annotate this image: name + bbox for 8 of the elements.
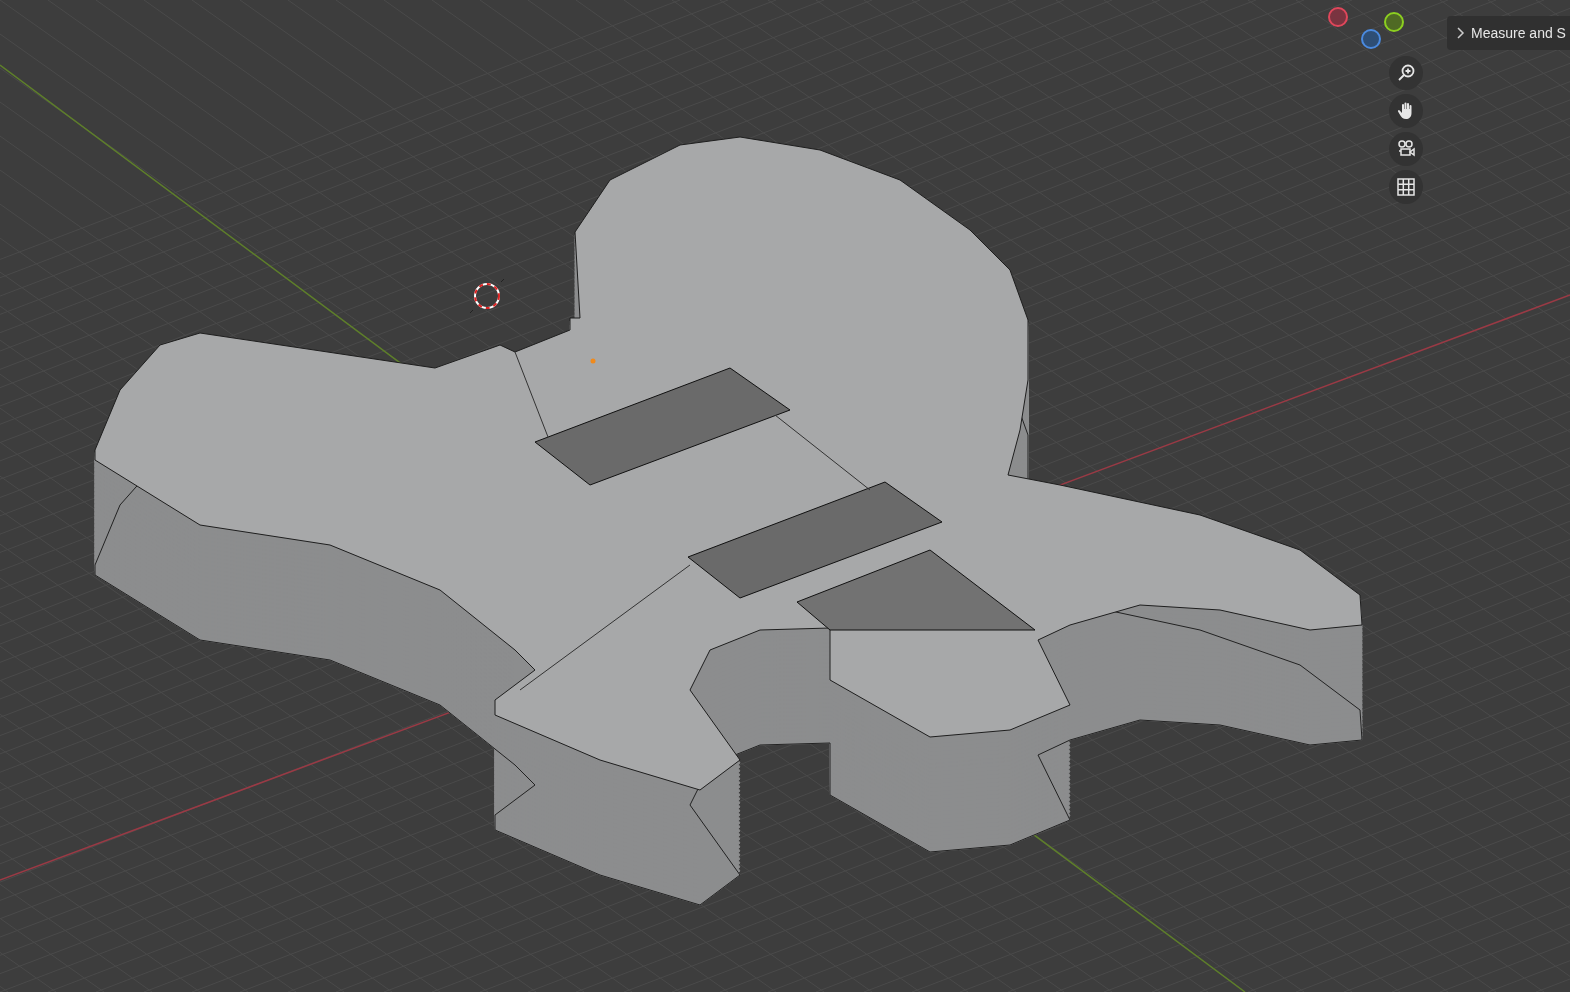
- viewport-nav-button[interactable]: [1389, 132, 1423, 166]
- viewport-nav-button[interactable]: [1389, 94, 1423, 128]
- zoom-icon: [1396, 63, 1416, 83]
- grid-icon: [1396, 177, 1416, 197]
- camera-icon: [1396, 139, 1416, 159]
- viewport-nav-button[interactable]: [1389, 56, 1423, 90]
- viewport-nav-button[interactable]: [1389, 170, 1423, 204]
- panel-header[interactable]: Measure and S: [1455, 22, 1566, 44]
